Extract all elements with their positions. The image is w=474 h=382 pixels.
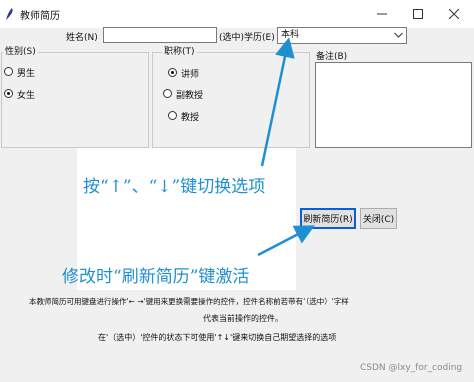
- arrow-to-degree-select: [260, 37, 295, 167]
- watermark: CSDN @lxy_for_coding: [360, 363, 463, 373]
- footnote-line-2: 代表当前操作的控件。: [203, 314, 283, 323]
- footnote-line-3: 在'（选中）'控件的状态下可使用'↑↓'键来切换自己期望选择的选项: [98, 333, 337, 342]
- annotation-arrow-keys: 按“↑”、“↓”键切换选项: [83, 177, 266, 197]
- arrow-to-refresh-button: [257, 225, 315, 257]
- annotation-refresh-hint: 修改时“刷新简历”键激活: [62, 267, 250, 287]
- footnote-line-1: 本教师简历可用键盘进行操作'← →'键用来更换需要操作的控件，控件名称前若带有‘…: [29, 297, 349, 306]
